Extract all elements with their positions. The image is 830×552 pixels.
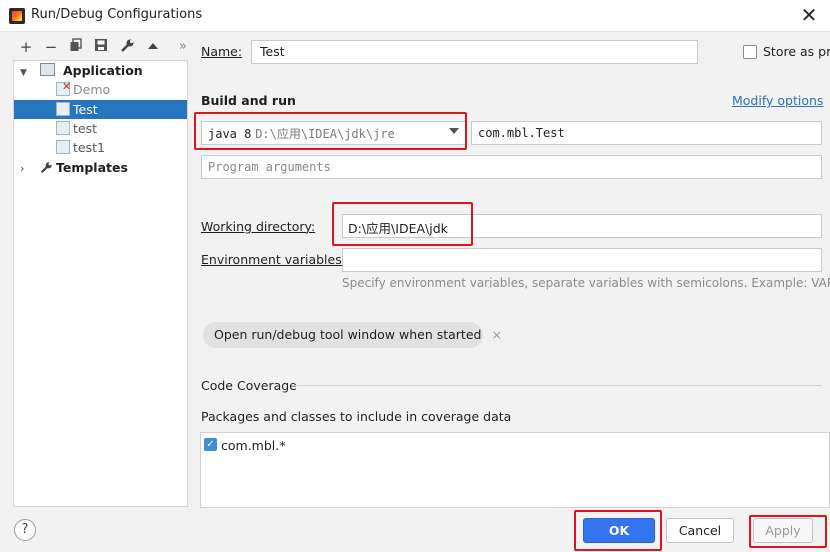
- tree-item-templates[interactable]: › Templates: [14, 158, 187, 177]
- tree-label: Templates: [55, 160, 128, 175]
- environment-variables-label: Environment variables:: [201, 252, 346, 267]
- copy-icon[interactable]: [67, 38, 85, 56]
- more-icon[interactable]: »: [174, 38, 192, 56]
- highlight-box-apply: [749, 515, 827, 548]
- application-icon: [39, 63, 55, 76]
- window-title: Run/Debug Configurations: [31, 7, 203, 22]
- program-arguments-field[interactable]: Program arguments: [201, 155, 822, 179]
- tree-item-test-lower[interactable]: test: [14, 119, 187, 138]
- remove-icon[interactable]: −: [42, 38, 60, 56]
- config-icon: [56, 121, 70, 135]
- name-label: Name:: [201, 44, 243, 59]
- coverage-item-label: com.mbl.*: [221, 438, 286, 453]
- code-coverage-heading: Code Coverage: [201, 378, 297, 393]
- highlight-box-ok: [574, 510, 662, 551]
- add-icon[interactable]: +: [17, 38, 35, 56]
- save-icon[interactable]: [92, 38, 110, 56]
- chip-label: Open run/debug tool window when started: [214, 327, 482, 342]
- tree-item-test[interactable]: Test: [14, 100, 187, 119]
- config-icon: [56, 140, 70, 154]
- main-class-field[interactable]: com.mbl.Test: [471, 121, 822, 145]
- store-as-file-label: Store as pr: [763, 44, 830, 59]
- config-icon: [56, 102, 70, 116]
- close-icon[interactable]: ✕: [797, 3, 821, 27]
- wrench-icon[interactable]: [118, 38, 136, 56]
- move-up-icon[interactable]: [144, 38, 162, 56]
- name-field[interactable]: Test: [251, 40, 698, 64]
- store-as-file-checkbox[interactable]: [743, 45, 757, 59]
- working-directory-label: Working directory:: [201, 219, 316, 234]
- coverage-list: [200, 432, 830, 508]
- chip-close-icon[interactable]: ×: [491, 327, 501, 342]
- option-chip[interactable]: Open run/debug tool window when started …: [203, 322, 502, 348]
- error-config-icon: ✕: [56, 80, 73, 97]
- chevron-right-icon[interactable]: ›: [20, 159, 30, 178]
- help-button[interactable]: ?: [14, 519, 36, 541]
- tree-item-test1[interactable]: test1: [14, 138, 187, 157]
- tree-label: Application: [62, 63, 143, 78]
- packages-label: Packages and classes to include in cover…: [201, 409, 512, 424]
- tree-item-demo[interactable]: ✕ Demo: [14, 80, 187, 99]
- divider: [292, 385, 822, 386]
- cancel-button[interactable]: Cancel: [666, 518, 734, 543]
- modify-options-link[interactable]: Modify options: [732, 93, 823, 108]
- build-and-run-heading: Build and run: [201, 93, 296, 108]
- help-icon: ?: [21, 522, 29, 537]
- intellij-logo-icon: [9, 8, 25, 24]
- highlight-box-working-dir: [332, 202, 473, 246]
- tree-item-application[interactable]: ▼ Application: [14, 61, 187, 80]
- environment-variables-hint: Specify environment variables, separate …: [342, 276, 830, 290]
- title-bar: Run/Debug Configurations ✕: [0, 0, 830, 32]
- environment-variables-field[interactable]: [342, 248, 822, 272]
- coverage-item-checkbox[interactable]: ✓: [204, 438, 217, 451]
- wrench-icon: [40, 160, 53, 179]
- highlight-box-jre: [194, 112, 467, 150]
